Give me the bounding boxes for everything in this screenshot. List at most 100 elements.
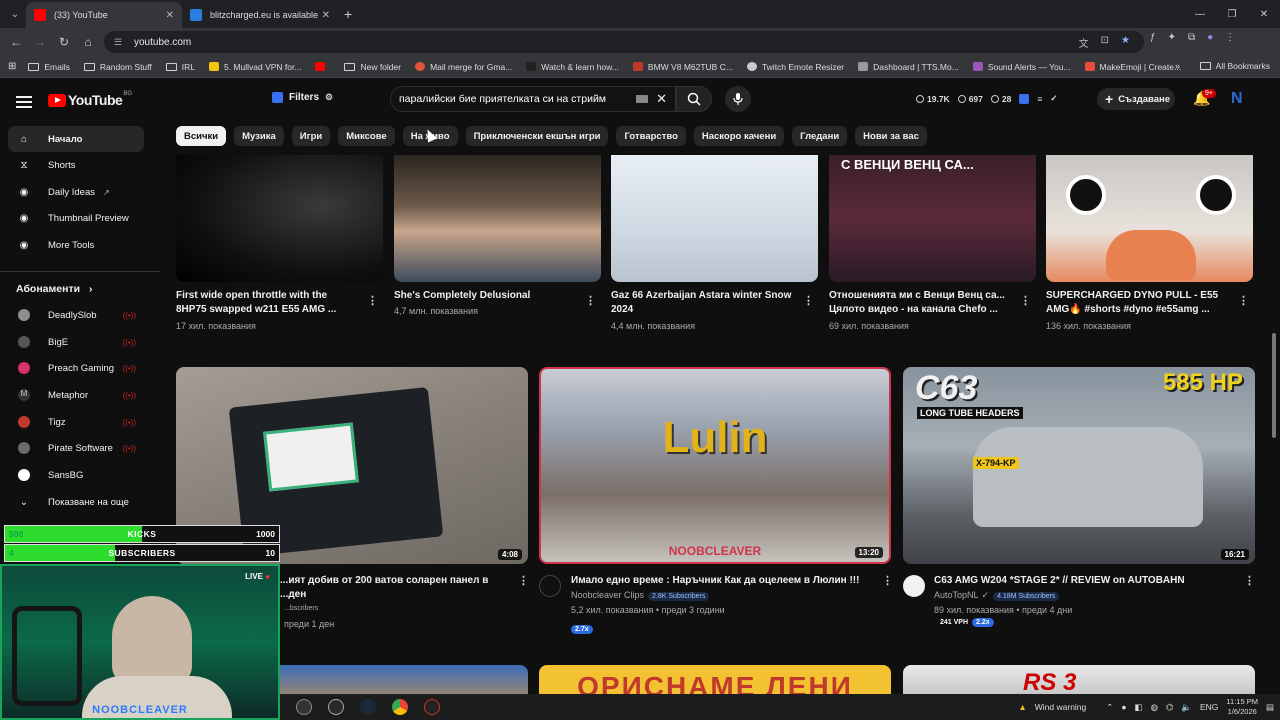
sidebar-item-shorts[interactable]: ⧖ Shorts (8, 152, 144, 178)
site-info-icon[interactable]: ☰ (114, 37, 126, 48)
home-icon[interactable]: ⌂ (76, 35, 100, 49)
subscription-deadlyslob[interactable]: DeadlySlob ((•)) (8, 302, 144, 328)
chip-watched[interactable]: Гледани (792, 126, 848, 146)
sidebar-item-more-tools[interactable]: ◉ More Tools (8, 232, 144, 258)
reload-icon[interactable]: ↻ (52, 35, 76, 49)
subscription-metaphor[interactable]: M Metaphor ((•)) (8, 382, 144, 408)
video-thumbnail[interactable] (611, 155, 818, 282)
extension-icon[interactable]: ƒ (1150, 32, 1156, 43)
sidebar-item-daily-ideas[interactable]: ◉ Daily Ideas ↗ (8, 179, 144, 205)
chip-mixes[interactable]: Миксове (338, 126, 395, 146)
clock[interactable]: 11:15 PM 1/6/2026 (1226, 697, 1258, 717)
chip-music[interactable]: Музика (234, 126, 284, 146)
subscription-bige[interactable]: BigE ((•)) (8, 329, 144, 355)
page-scrollbar[interactable] (1272, 333, 1276, 438)
video-title[interactable]: First wide open throttle with the 8HP75 … (176, 289, 351, 317)
voice-search-button[interactable] (725, 86, 751, 112)
chip-recently-uploaded[interactable]: Наскоро качени (693, 126, 785, 146)
keyboard-icon[interactable] (636, 95, 649, 103)
bookmark-youtube[interactable] (315, 62, 330, 71)
video-thumbnail[interactable]: C63 LONG TUBE HEADERS 585 HP X-794-KP 16… (903, 367, 1255, 564)
url-field[interactable]: ☰ youtube.com 文 ⊡ ★ (104, 31, 1144, 53)
microphone-icon[interactable]: ● (1121, 702, 1126, 712)
network-icon[interactable]: ⌬ (1166, 702, 1173, 713)
translate-icon[interactable]: 文 (1079, 35, 1089, 50)
tab-search-icon[interactable]: ⌄ (4, 3, 26, 25)
install-icon[interactable]: ⊡ (1101, 35, 1109, 50)
youtube-logo[interactable]: YouTube BG (48, 91, 132, 108)
guide-menu-icon[interactable] (16, 93, 32, 111)
more-options-icon[interactable]: ⋮ (1238, 294, 1249, 307)
tray-app-icon[interactable]: ◍ (1151, 702, 1158, 713)
more-options-icon[interactable]: ⋮ (585, 294, 596, 307)
filters-button[interactable]: Filters ⚙ (272, 92, 333, 103)
bookmark-new-folder[interactable]: New folder (344, 62, 401, 72)
search-button[interactable] (676, 86, 712, 112)
chip-action-adventure[interactable]: Приключенски екшън игри (465, 126, 609, 146)
bookmark-irl[interactable]: IRL (165, 62, 195, 72)
back-icon[interactable]: ← (4, 35, 28, 49)
bookmark-mail-merge[interactable]: Mail merge for Gma... (415, 62, 512, 72)
bookmark-star-icon[interactable]: ★ (1121, 35, 1130, 50)
list-icon[interactable]: ≡ (1037, 94, 1042, 104)
extension-icon[interactable]: ✦ (1168, 32, 1176, 43)
channel-avatar[interactable] (539, 575, 561, 597)
extension-icon[interactable] (1019, 93, 1030, 104)
tab-youtube[interactable]: (33) YouTube ✕ (26, 2, 182, 28)
close-window-icon[interactable]: ✕ (1248, 0, 1280, 28)
video-thumbnail[interactable] (1046, 155, 1253, 282)
language-indicator[interactable]: ENG (1200, 702, 1218, 712)
video-title[interactable]: Gaz 66 Azerbaijan Astara winter Snow 202… (611, 289, 801, 317)
extensions-puzzle-icon[interactable]: ⧉ (1188, 32, 1195, 43)
steam-icon[interactable] (360, 699, 376, 715)
subscription-tigz[interactable]: Tigz ((•)) (8, 409, 144, 435)
app-icon[interactable] (424, 699, 440, 715)
video-thumbnail[interactable] (176, 155, 383, 282)
chip-games[interactable]: Игри (291, 126, 331, 146)
video-title[interactable]: Имало едно време : Наръчник Как да оцеле… (571, 574, 876, 588)
more-options-icon[interactable]: ⋮ (367, 294, 378, 307)
menu-icon[interactable]: ⋮ (1225, 32, 1235, 43)
video-title[interactable]: She's Completely Delusional (394, 289, 569, 303)
video-title[interactable]: C63 AMG W204 *STAGE 2* // REVIEW on AUTO… (934, 574, 1224, 588)
video-title[interactable]: ...ият добив от 200 ватов соларен панел … (280, 574, 500, 602)
video-thumbnail[interactable]: С ВЕНЦИ ВЕНЦ СА... (829, 155, 1036, 282)
bookmark-twitch-emote[interactable]: Twitch Emote Resizer (746, 62, 844, 72)
sidebar-item-thumbnail-preview[interactable]: ◉ Thumbnail Preview (8, 205, 144, 231)
tab-blitzcharged[interactable]: blitzcharged.eu is available for ... ✕ (182, 2, 338, 28)
video-title[interactable]: Отношенията ми с Венци Венц са... Цялото… (829, 289, 1014, 317)
chip-all[interactable]: Всички (176, 126, 227, 146)
video-title[interactable]: SUPERCHARGED DYNO PULL - E55 AMG🔥 #short… (1046, 289, 1231, 317)
channel-name[interactable]: AutoTopNL (934, 590, 979, 600)
bookmark-makeemoji[interactable]: MakeEmoji | Create... (1084, 62, 1181, 72)
minimize-icon[interactable]: — (1184, 0, 1216, 28)
more-options-icon[interactable]: ⋮ (882, 574, 893, 587)
obs-icon[interactable] (328, 699, 344, 715)
weather-icon[interactable]: ▲ (1018, 702, 1026, 712)
bookmark-emails[interactable]: Emails (28, 62, 70, 72)
notifications-icon[interactable]: ▤ (1266, 702, 1274, 713)
check-icon[interactable]: ✓ (1050, 93, 1057, 104)
chrome-icon[interactable] (392, 699, 408, 715)
new-tab-button[interactable]: + (344, 6, 352, 22)
chevron-up-icon[interactable]: ⌃ (1106, 702, 1113, 713)
more-options-icon[interactable]: ⋮ (518, 574, 529, 587)
create-button[interactable]: + Създаване (1097, 88, 1175, 110)
subscriptions-heading[interactable]: Абонаменти › (16, 283, 93, 295)
channel-avatar[interactable] (903, 575, 925, 597)
close-tab-icon[interactable]: ✕ (322, 10, 330, 21)
account-avatar[interactable]: N (1231, 90, 1247, 108)
bookmark-random-stuff[interactable]: Random Stuff (83, 62, 152, 72)
clear-search-icon[interactable]: ✕ (656, 91, 667, 107)
more-options-icon[interactable]: ⋮ (803, 294, 814, 307)
show-more-button[interactable]: ⌄ Показване на още (8, 489, 144, 515)
close-tab-icon[interactable]: ✕ (166, 10, 174, 21)
forward-icon[interactable]: → (28, 35, 52, 49)
tray-app-icon[interactable]: ◧ (1135, 702, 1143, 713)
bookmark-dashboard[interactable]: Dashboard | TTS.Mo... (858, 62, 959, 72)
sidebar-item-home[interactable]: ⌂ Начало (8, 126, 144, 152)
more-options-icon[interactable]: ⋮ (1244, 574, 1255, 587)
chip-cooking[interactable]: Готварство (616, 126, 686, 146)
channel-name[interactable]: Noobcleaver Clips (571, 590, 644, 600)
subscription-preach-gaming[interactable]: Preach Gaming ((•)) (8, 355, 144, 381)
